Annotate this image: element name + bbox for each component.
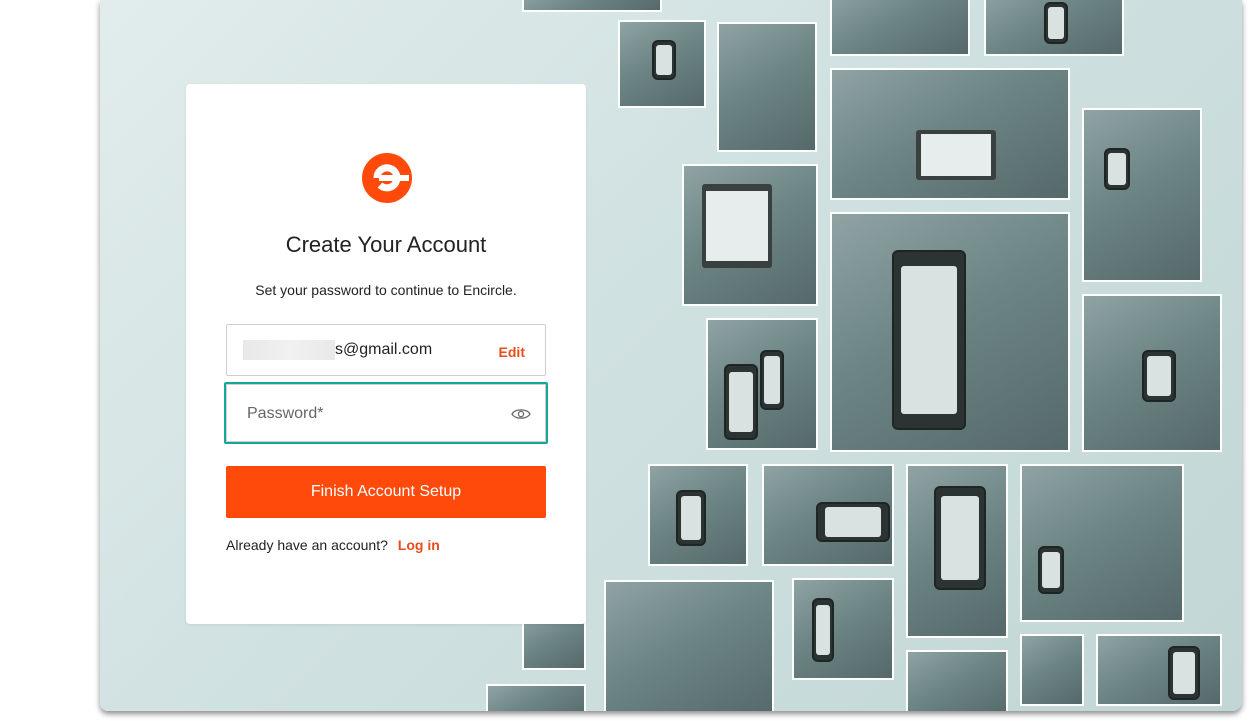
login-prompt: Already have an account? <box>226 537 388 553</box>
collage-photo <box>1020 464 1184 622</box>
collage-photo <box>792 578 894 680</box>
page-subtitle: Set your password to continue to Encircl… <box>255 282 517 298</box>
collage-photo <box>906 464 1008 638</box>
collage-photo <box>522 0 662 12</box>
collage-photo <box>830 0 970 56</box>
collage-photo <box>1020 634 1084 706</box>
collage-photo <box>717 22 817 152</box>
collage-photo <box>486 684 586 711</box>
password-input[interactable] <box>247 403 497 425</box>
collage-photo <box>706 318 818 450</box>
password-field[interactable] <box>226 384 546 442</box>
edit-email-link[interactable]: Edit <box>499 344 525 360</box>
redacted-email-prefix <box>243 340 335 360</box>
collage-photo <box>682 164 818 306</box>
login-row: Already have an account? Log in <box>226 537 440 553</box>
collage-photo <box>830 68 1070 200</box>
collage-photo <box>648 464 748 566</box>
collage-photo <box>906 650 1008 711</box>
login-link[interactable]: Log in <box>398 537 440 553</box>
collage-photo <box>1082 294 1222 452</box>
collage-photo <box>1082 108 1202 282</box>
collage-photo <box>1096 634 1222 706</box>
encircle-logo-icon <box>362 153 412 203</box>
collage-photo <box>604 580 774 711</box>
collage-photo <box>618 20 706 108</box>
collage-photo <box>984 0 1124 56</box>
email-value: s@gmail.com <box>335 341 433 358</box>
collage-photo <box>830 212 1070 452</box>
eye-icon[interactable] <box>511 407 531 421</box>
email-field: s@gmail.com Edit <box>226 324 546 376</box>
signup-card: Create Your Account Set your password to… <box>186 84 586 624</box>
page-title: Create Your Account <box>285 232 487 257</box>
finish-account-setup-button[interactable]: Finish Account Setup <box>226 466 546 518</box>
collage-photo <box>762 464 894 566</box>
